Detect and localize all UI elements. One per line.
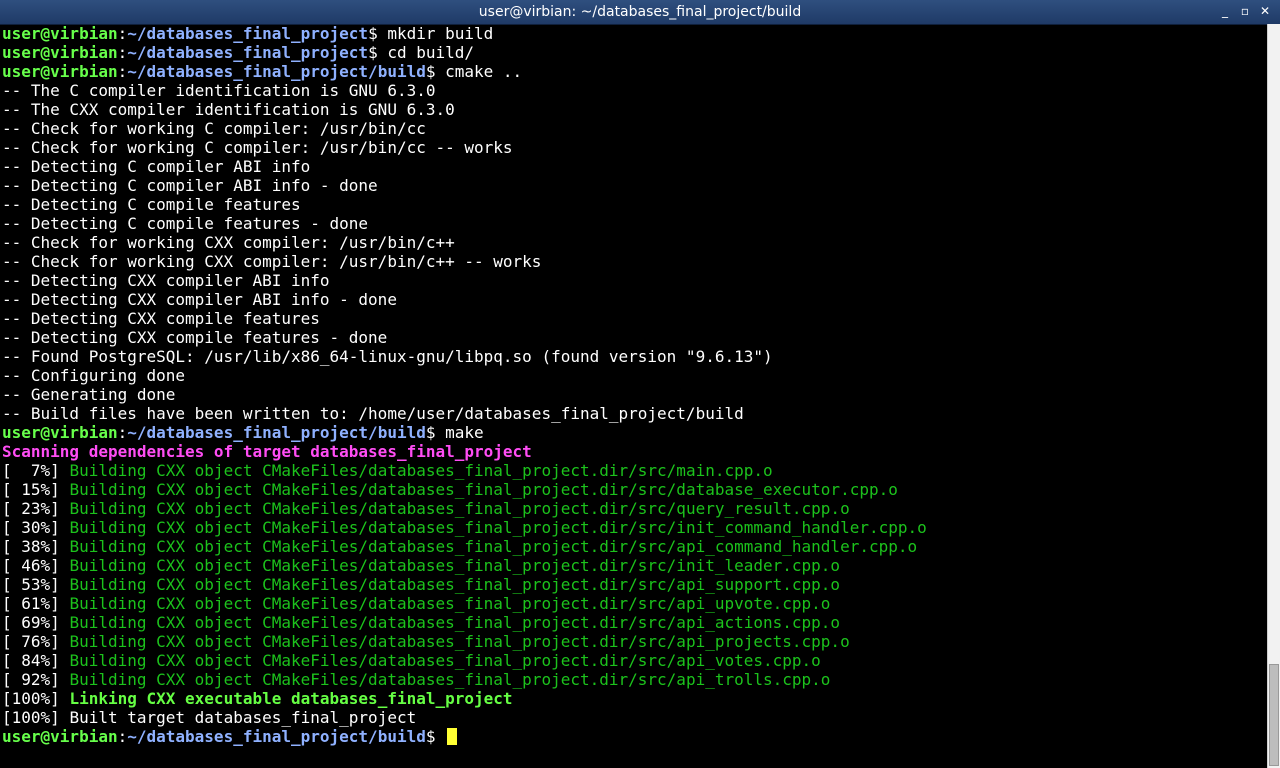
terminal-line: -- Detecting CXX compile features [2, 309, 320, 328]
terminal-line: -- The CXX compiler identification is GN… [2, 100, 455, 119]
build-line: [ 92%] Building CXX object CMakeFiles/da… [2, 670, 831, 689]
build-line: [ 61%] Building CXX object CMakeFiles/da… [2, 594, 831, 613]
terminal-line: -- Check for working C compiler: /usr/bi… [2, 138, 513, 157]
terminal-line: -- Detecting C compiler ABI info [2, 157, 311, 176]
terminal-line: -- Detecting C compiler ABI info - done [2, 176, 378, 195]
terminal-line: -- Detecting CXX compiler ABI info - don… [2, 290, 397, 309]
build-line: [ 46%] Building CXX object CMakeFiles/da… [2, 556, 841, 575]
terminal-line: -- Detecting CXX compiler ABI info [2, 271, 330, 290]
build-line: [ 15%] Building CXX object CMakeFiles/da… [2, 480, 898, 499]
terminal-line: -- The C compiler identification is GNU … [2, 81, 436, 100]
terminal-line: Scanning dependencies of target database… [2, 442, 532, 461]
terminal-line: user@virbian:~/databases_final_project/b… [2, 62, 523, 81]
terminal-output[interactable]: user@virbian:~/databases_final_project$ … [0, 24, 1268, 768]
terminal-prompt-line[interactable]: user@virbian:~/databases_final_project/b… [0, 727, 1268, 746]
build-line: [ 84%] Building CXX object CMakeFiles/da… [2, 651, 821, 670]
build-line: [ 53%] Building CXX object CMakeFiles/da… [2, 575, 841, 594]
terminal-line: -- Check for working CXX compiler: /usr/… [2, 233, 455, 252]
terminal-line: -- Check for working C compiler: /usr/bi… [2, 119, 426, 138]
terminal-line: -- Build files have been written to: /ho… [2, 404, 744, 423]
build-line: [ 30%] Building CXX object CMakeFiles/da… [2, 518, 927, 537]
terminal-line: -- Detecting C compile features - done [2, 214, 369, 233]
build-line: [ 76%] Building CXX object CMakeFiles/da… [2, 632, 850, 651]
close-icon[interactable]: ✕ [1258, 4, 1272, 18]
scrollbar-thumb[interactable] [1269, 664, 1279, 766]
terminal-line: -- Found PostgreSQL: /usr/lib/x86_64-lin… [2, 347, 773, 366]
terminal-line: -- Configuring done [2, 366, 186, 385]
terminal-line: -- Check for working CXX compiler: /usr/… [2, 252, 542, 271]
minimize-icon[interactable]: _ [1218, 4, 1232, 18]
maximize-icon[interactable]: ▫ [1238, 4, 1252, 18]
terminal-line: -- Detecting C compile features [2, 195, 301, 214]
terminal-line: user@virbian:~/databases_final_project/b… [2, 423, 484, 442]
build-line: [100%] Built target databases_final_proj… [2, 708, 417, 727]
terminal-line: user@virbian:~/databases_final_project$ … [2, 24, 494, 43]
terminal-line: -- Detecting CXX compile features - done [2, 328, 388, 347]
terminal-line: user@virbian:~/databases_final_project$ … [2, 43, 475, 62]
build-line: [ 7%] Building CXX object CMakeFiles/dat… [2, 461, 773, 480]
build-line: [ 69%] Building CXX object CMakeFiles/da… [2, 613, 841, 632]
window-titlebar: user@virbian: ~/databases_final_project/… [0, 0, 1280, 25]
vertical-scrollbar[interactable] [1267, 24, 1280, 768]
window-title: user@virbian: ~/databases_final_project/… [478, 4, 802, 20]
build-line: [100%] Linking CXX executable databases_… [2, 689, 513, 708]
terminal-line: -- Generating done [2, 385, 176, 404]
build-line: [ 23%] Building CXX object CMakeFiles/da… [2, 499, 850, 518]
text-cursor [447, 728, 458, 745]
build-line: [ 38%] Building CXX object CMakeFiles/da… [2, 537, 918, 556]
